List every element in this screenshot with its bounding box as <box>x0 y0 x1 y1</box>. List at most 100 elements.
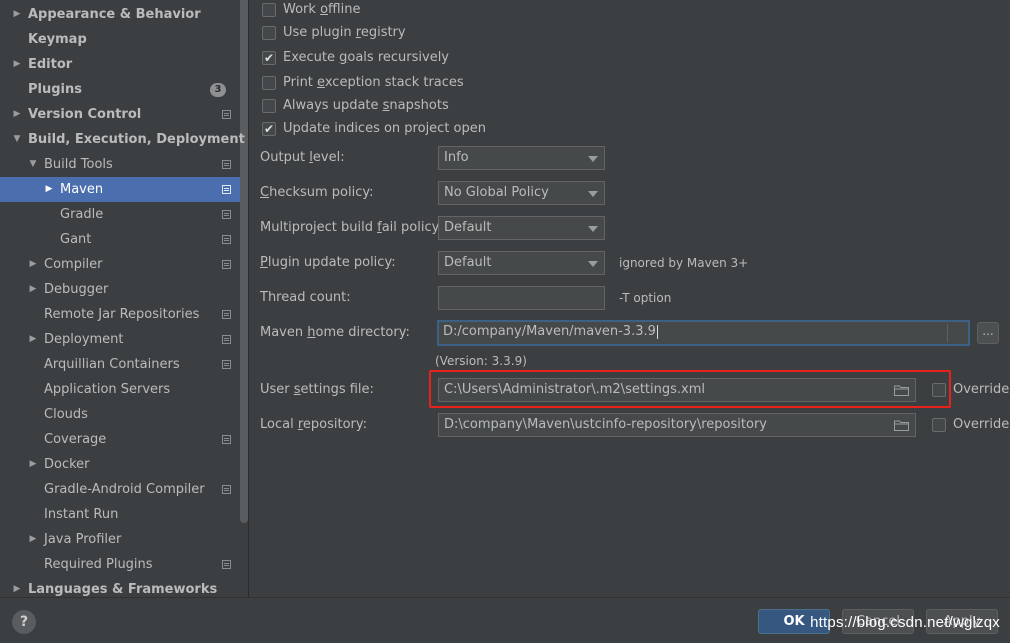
output-level-dropdown[interactable]: Info <box>438 146 605 170</box>
sidebar-item-instant-run[interactable]: Instant Run <box>0 502 240 527</box>
expand-right-icon[interactable]: ▶ <box>28 277 38 302</box>
watermark-text: https://blog.csdn.net/wglzqx <box>810 614 1000 631</box>
expand-right-icon[interactable]: ▶ <box>28 452 38 477</box>
project-level-icon <box>222 560 231 569</box>
local-repository-override-label: Override <box>953 417 1010 432</box>
multiproject-fail-policy-value: Default <box>444 220 492 235</box>
thread-count-input[interactable] <box>438 286 605 310</box>
sidebar-item-plugins[interactable]: Plugins 3 <box>0 77 240 102</box>
project-level-icon <box>222 260 231 269</box>
checksum-policy-dropdown[interactable]: No Global Policy <box>438 181 605 205</box>
sidebar-item-gradle[interactable]: Gradle <box>0 202 240 227</box>
sidebar-item-remote-jar-repositories[interactable]: Remote Jar Repositories <box>0 302 240 327</box>
sidebar-item-label: Keymap <box>28 32 87 47</box>
sidebar-item-build-tools[interactable]: ▼ Build Tools <box>0 152 240 177</box>
use-plugin-registry-label: Use plugin registry <box>283 25 406 40</box>
sidebar-item-application-servers[interactable]: Application Servers <box>0 377 240 402</box>
always-update-snapshots-checkbox[interactable] <box>262 99 276 113</box>
sidebar-item-label: Editor <box>28 57 73 72</box>
sidebar-item-compiler[interactable]: ▶ Compiler <box>0 252 240 277</box>
sidebar-scrollbar[interactable] <box>240 0 248 523</box>
multiproject-fail-policy-label: Multiproject build fail policy: <box>260 220 443 235</box>
sidebar-item-label: Build, Execution, Deployment <box>28 132 245 147</box>
sidebar-item-required-plugins[interactable]: Required Plugins <box>0 552 240 577</box>
sidebar-item-debugger[interactable]: ▶ Debugger <box>0 277 240 302</box>
local-repository-label: Local repository: <box>260 417 368 432</box>
output-level-value: Info <box>444 150 469 165</box>
sidebar-item-label: Plugins <box>28 82 82 97</box>
sidebar-item-appearance-behavior[interactable]: ▶ Appearance & Behavior <box>0 2 240 27</box>
sidebar-item-label: Deployment <box>44 332 124 347</box>
print-exception-stack-traces-checkbox[interactable] <box>262 76 276 90</box>
sidebar-item-arquillian-containers[interactable]: Arquillian Containers <box>0 352 240 377</box>
sidebar-item-label: Gradle <box>60 207 104 222</box>
print-exception-stack-traces-label: Print exception stack traces <box>283 75 464 90</box>
project-level-icon <box>222 210 231 219</box>
expand-right-icon[interactable]: ▶ <box>28 252 38 277</box>
work-offline-label: Work offline <box>283 2 361 17</box>
sidebar-item-label: Clouds <box>44 407 88 422</box>
update-count-badge: 3 <box>210 83 226 97</box>
sidebar-item-keymap[interactable]: Keymap <box>0 27 240 52</box>
execute-goals-recursively-label: Execute goals recursively <box>283 50 449 65</box>
chevron-down-icon <box>588 191 598 197</box>
plugin-update-policy-hint: ignored by Maven 3+ <box>619 256 749 270</box>
sidebar-item-gant[interactable]: Gant <box>0 227 240 252</box>
maven-home-label: Maven home directory: <box>260 325 410 340</box>
project-level-icon <box>222 160 231 169</box>
sidebar-item-label: Docker <box>44 457 90 472</box>
expand-right-icon[interactable]: ▶ <box>12 52 22 77</box>
update-indices-label: Update indices on project open <box>283 121 486 136</box>
combo-divider <box>947 324 948 342</box>
text-caret <box>656 324 658 339</box>
sidebar-item-label: Compiler <box>44 257 103 272</box>
local-repository-input[interactable]: D:\company\Maven\ustcinfo-repository\rep… <box>438 413 916 437</box>
chevron-down-icon <box>588 156 598 162</box>
project-level-icon <box>222 110 231 119</box>
sidebar-item-label: Java Profiler <box>44 532 122 547</box>
expand-right-icon[interactable]: ▶ <box>12 102 22 127</box>
sidebar-item-build-execution-deployment[interactable]: ▼ Build, Execution, Deployment <box>0 127 245 152</box>
sidebar-item-label: Remote Jar Repositories <box>44 307 200 322</box>
sidebar-item-docker[interactable]: ▶ Docker <box>0 452 240 477</box>
sidebar-item-editor[interactable]: ▶ Editor <box>0 52 240 77</box>
sidebar-item-label: Gradle-Android Compiler <box>44 482 205 497</box>
expand-down-icon[interactable]: ▼ <box>12 127 22 152</box>
expand-right-icon[interactable]: ▶ <box>12 2 22 27</box>
plugin-update-policy-label: Plugin update policy: <box>260 255 396 270</box>
work-offline-checkbox[interactable] <box>262 3 276 17</box>
sidebar-item-gradle-android-compiler[interactable]: Gradle-Android Compiler <box>0 477 240 502</box>
dialog-button-bar: ? OK Cancel Apply https://blog.csdn.net/… <box>0 597 1010 643</box>
project-level-icon <box>222 335 231 344</box>
plugin-update-policy-dropdown[interactable]: Default <box>438 251 605 275</box>
sidebar-item-maven[interactable]: ▶ Maven <box>0 177 240 202</box>
expand-right-icon[interactable]: ▶ <box>44 177 54 202</box>
sidebar-item-clouds[interactable]: Clouds <box>0 402 240 427</box>
chevron-down-icon <box>588 226 598 232</box>
sidebar-item-deployment[interactable]: ▶ Deployment <box>0 327 240 352</box>
local-repository-override-checkbox[interactable] <box>932 418 946 432</box>
multiproject-fail-policy-dropdown[interactable]: Default <box>438 216 605 240</box>
plugin-update-policy-value: Default <box>444 255 492 270</box>
folder-icon[interactable] <box>894 420 909 431</box>
sidebar-item-coverage[interactable]: Coverage <box>0 427 240 452</box>
help-button[interactable]: ? <box>12 610 36 634</box>
sidebar-item-label: Gant <box>60 232 92 247</box>
sidebar-item-java-profiler[interactable]: ▶ Java Profiler <box>0 527 240 552</box>
use-plugin-registry-checkbox[interactable] <box>262 26 276 40</box>
expand-right-icon[interactable]: ▶ <box>28 527 38 552</box>
maven-home-combo[interactable]: D:/company/Maven/maven-3.3.9 <box>437 320 970 346</box>
maven-version-text: (Version: 3.3.9) <box>435 354 527 368</box>
project-level-icon <box>222 185 231 194</box>
sidebar-item-version-control[interactable]: ▶ Version Control <box>0 102 240 127</box>
maven-settings-panel: Work offline Use plugin registry ✔ Execu… <box>250 0 1010 597</box>
expand-right-icon[interactable]: ▶ <box>28 327 38 352</box>
settings-tree: ▶ Appearance & Behavior Keymap ▶ Editor Plugi… <box>0 0 249 597</box>
expand-down-icon[interactable]: ▼ <box>28 152 38 177</box>
chevron-down-icon <box>588 261 598 267</box>
update-indices-checkbox[interactable]: ✔ <box>262 122 276 136</box>
browse-button[interactable]: ... <box>977 322 999 344</box>
execute-goals-recursively-checkbox[interactable]: ✔ <box>262 51 276 65</box>
always-update-snapshots-label: Always update snapshots <box>283 98 449 113</box>
sidebar-item-label: Arquillian Containers <box>44 357 180 372</box>
